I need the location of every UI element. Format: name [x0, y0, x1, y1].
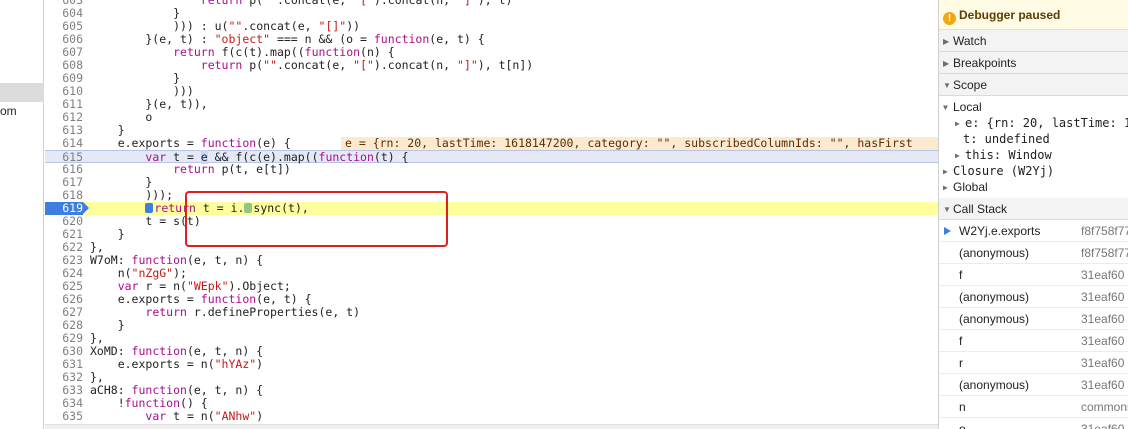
call-stack-frames: W2Yj.e.exports f8f758f77 (anonymous) f8f758… [939, 220, 1128, 429]
disclosure-triangle-icon: ▶ [943, 37, 950, 46]
code-text: e.exports = function(e) { [90, 136, 291, 150]
disclosure-triangle-icon: ▼ [943, 205, 951, 214]
disclosure-triangle-icon: ▶ [943, 59, 950, 68]
current-frame-arrow-icon [944, 227, 951, 235]
disclosure-triangle-icon: ▶ [943, 183, 948, 192]
code-line[interactable]: 614 e.exports = function(e) { e = {rn: 20… [45, 137, 938, 150]
scope-variable-e[interactable]: ▶ e: {rn: 20, lastTime: 1 [939, 115, 1128, 131]
scope-variable-t[interactable]: t: undefined [939, 131, 1128, 147]
frame-location[interactable]: f8f758f77 [1081, 246, 1128, 260]
debugger-paused-label: Debugger paused [959, 8, 1061, 22]
frame-function-name: f [959, 268, 963, 282]
warning-icon: ! [943, 12, 956, 25]
frame-location[interactable]: f8f758f77 [1081, 224, 1128, 238]
code-line[interactable]: 621 } [45, 228, 938, 241]
call-stack-label: Call Stack [953, 202, 1008, 216]
line-number[interactable]: 635 [45, 410, 83, 423]
code-text: e.exports = n("hYAz") [90, 357, 264, 371]
debugger-paused-banner: ! Debugger paused [939, 0, 1128, 30]
frame-function-name: W2Yj.e.exports [959, 224, 1041, 238]
frame-location[interactable]: 31eaf60 [1081, 422, 1124, 429]
call-stack-frame[interactable]: f 31eaf60 [939, 264, 1128, 286]
frame-function-name: (anonymous) [959, 246, 1030, 260]
frame-location[interactable]: 31eaf60 [1081, 268, 1124, 282]
code-line[interactable]: 631 e.exports = n("hYAz") [45, 358, 938, 371]
scope-global-label: Global [953, 180, 988, 194]
scope-local-label: Local [953, 100, 982, 114]
frame-location[interactable]: 31eaf60 [1081, 378, 1124, 392]
disclosure-triangle-icon: ▶ [943, 167, 948, 176]
breakpoint-marker-icon [145, 203, 154, 213]
file-navigator: om [0, 0, 44, 429]
frame-function-name: (anonymous) [959, 312, 1030, 326]
frame-function-name: n [959, 400, 966, 414]
scope-closure-row[interactable]: ▶ Closure (W2Yj) [939, 163, 1128, 179]
code-line[interactable]: 611 }(e, t)), [45, 98, 938, 111]
scope-global-row[interactable]: ▶ Global [939, 179, 1128, 195]
annotation-red-box [185, 191, 448, 247]
frame-location[interactable]: 31eaf60 [1081, 356, 1124, 370]
file-navigator-label-fragment[interactable]: om [0, 104, 17, 118]
call-stack-section-header[interactable]: ▼ Call Stack [939, 198, 1128, 220]
scope-closure-label: Closure (W2Yj) [953, 164, 1055, 178]
call-stack-frame[interactable]: r 31eaf60 [939, 352, 1128, 374]
code-line[interactable]: 616 return p(t, e[t]) [45, 163, 938, 176]
disclosure-triangle-icon: ▼ [943, 81, 951, 90]
code-line[interactable]: 617 } [45, 176, 938, 189]
file-navigator-selected-item[interactable] [0, 83, 44, 102]
call-stack-frame[interactable]: (anonymous) f8f758f77 [939, 242, 1128, 264]
scope-variable-e-value: e: {rn: 20, lastTime: 1 [965, 116, 1128, 130]
code-text: var t = n("ANhw") [145, 409, 264, 423]
code-line[interactable]: 612 o [45, 111, 938, 124]
frame-location[interactable]: 31eaf60 [1081, 290, 1124, 304]
call-stack-frame[interactable]: (anonymous) 31eaf60 [939, 374, 1128, 396]
scope-variable-t-value: t: undefined [963, 132, 1050, 146]
disclosure-triangle-icon: ▶ [955, 119, 960, 128]
frame-location[interactable]: 31eaf60 [1081, 334, 1124, 348]
call-stack-frame[interactable]: f 31eaf60 [939, 330, 1128, 352]
call-stack-frame[interactable]: n commons.4 [939, 396, 1128, 418]
code-line[interactable]: 628 } [45, 319, 938, 332]
code-text: return r.defineProperties(e, t) [145, 305, 361, 319]
frame-function-name: (anonymous) [959, 378, 1030, 392]
code-line[interactable]: 627 return r.defineProperties(e, t) [45, 306, 938, 319]
frame-function-name: (anonymous) [959, 290, 1030, 304]
code-line[interactable]: 635 var t = n("ANhw") [45, 410, 938, 423]
disclosure-triangle-icon: ▼ [943, 103, 948, 112]
scope-section-header[interactable]: ▼ Scope [939, 74, 1128, 96]
breakpoints-label: Breakpoints [953, 56, 1017, 70]
inline-variable-value: e = {rn: 20, lastTime: 1618147200, categ… [341, 137, 938, 150]
breakpoints-section-header[interactable]: ▶ Breakpoints [939, 52, 1128, 74]
scope-variable-this[interactable]: ▶ this: Window [939, 147, 1128, 163]
scope-local-row[interactable]: ▼ Local [939, 99, 1128, 115]
frame-location[interactable]: 31eaf60 [1081, 312, 1124, 326]
frame-function-name: o [959, 422, 966, 429]
frame-function-name: f [959, 334, 963, 348]
call-stack-frame[interactable]: (anonymous) 31eaf60 [939, 308, 1128, 330]
source-editor[interactable]: 603 return p("".concat(e, "[").concat(n,… [45, 0, 938, 429]
editor-horizontal-scrollbar[interactable] [45, 424, 938, 429]
frame-location[interactable]: commons.4 [1081, 400, 1128, 414]
call-stack-frame[interactable]: W2Yj.e.exports f8f758f77 [939, 220, 1128, 242]
frame-function-name: r [959, 356, 963, 370]
scope-variable-this-value: this: Window [965, 148, 1052, 162]
watch-section-header[interactable]: ▶ Watch [939, 30, 1128, 52]
call-stack-frame[interactable]: (anonymous) 31eaf60 [939, 286, 1128, 308]
disclosure-triangle-icon: ▶ [955, 151, 960, 160]
debugger-sidebar: ! Debugger paused ▶ Watch ▶ Breakpoints ▼ Sc… [938, 0, 1128, 429]
code-line[interactable]: 620 t = s(t) [45, 215, 938, 228]
watch-label: Watch [953, 34, 987, 48]
call-stack-frame[interactable]: o 31eaf60 [939, 418, 1128, 429]
line-number[interactable]: 614 [45, 137, 83, 150]
scope-label: Scope [953, 78, 988, 92]
